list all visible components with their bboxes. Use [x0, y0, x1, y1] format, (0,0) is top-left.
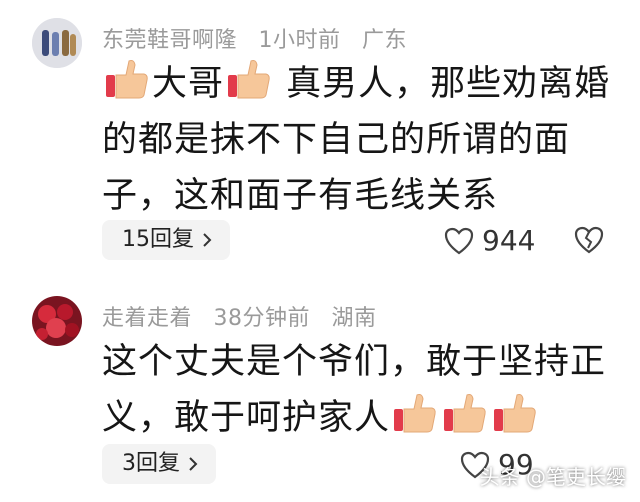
red-flowers-avatar-icon	[32, 296, 82, 346]
chevron-right-icon	[203, 233, 212, 247]
reply-count-button[interactable]: 3回复	[102, 444, 216, 484]
comment-item: 东莞鞋哥啊隆 1小时前 广东 大哥 真男人，那些劝离婚的都是抹不下自己的所谓的面…	[0, 0, 640, 280]
username[interactable]: 东莞鞋哥啊隆	[102, 28, 237, 53]
reply-count-label: 15回复	[122, 227, 194, 252]
username[interactable]: 走着走着	[102, 306, 192, 331]
comment-meta: 东莞鞋哥啊隆 1小时前 广东	[102, 22, 421, 54]
chevron-right-icon	[189, 457, 198, 471]
avatar[interactable]	[32, 296, 82, 346]
comment-text: 这个丈夫是个爷们，敢于坚持正义，敢于呵护家人	[102, 334, 622, 446]
avatar[interactable]	[32, 18, 82, 68]
timestamp: 1小时前	[258, 28, 341, 53]
location: 湖南	[331, 306, 377, 331]
watermark: 头条 @笔吏长缨	[479, 465, 626, 489]
reply-count-button[interactable]: 15回复	[102, 220, 230, 260]
thumbs-up-emoji-icon	[494, 394, 536, 433]
text-part-a: 大哥	[152, 64, 225, 104]
comment-text: 大哥 真男人，那些劝离婚的都是抹不下自己的所谓的面子，这和面子有毛线关系	[102, 56, 622, 224]
heart-icon	[444, 227, 474, 254]
thumbs-up-emoji-icon	[394, 394, 436, 433]
thumbs-up-emoji-icon	[228, 60, 270, 99]
comment-meta: 走着走着 38分钟前 湖南	[102, 300, 391, 332]
thumbs-up-emoji-icon	[444, 394, 486, 433]
timestamp: 38分钟前	[213, 306, 311, 331]
broken-heart-icon[interactable]	[574, 226, 604, 254]
like-button[interactable]: 944	[444, 224, 535, 257]
reply-count-label: 3回复	[122, 451, 180, 476]
like-count: 944	[482, 224, 536, 257]
thumbs-up-emoji-icon	[106, 60, 148, 99]
location: 广东	[362, 28, 408, 53]
shoes-avatar-icon	[32, 18, 82, 68]
